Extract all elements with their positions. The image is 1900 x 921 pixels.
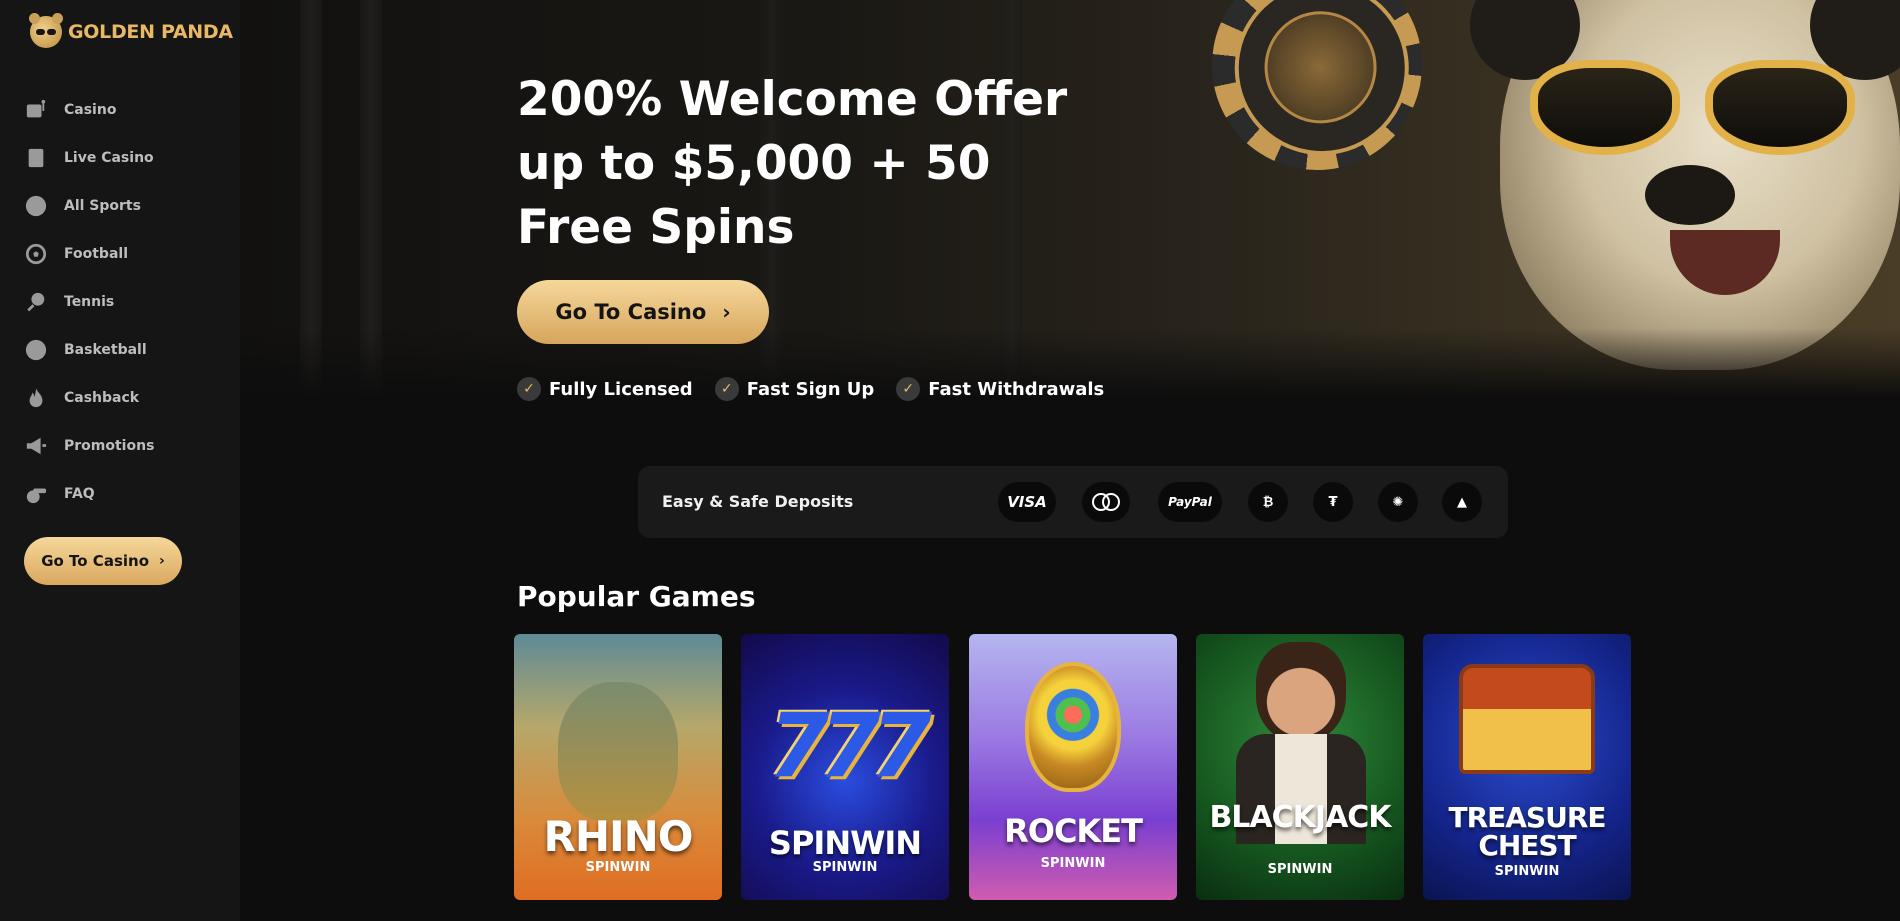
hero-cta-label: Go To Casino <box>555 300 707 324</box>
game-card-rocket[interactable]: ROCKET SPINWIN <box>969 634 1177 900</box>
feature-label: Fast Sign Up <box>746 378 875 400</box>
sidebar-item-label: Basketball <box>64 342 147 358</box>
game-title: TREASURE CHEST <box>1448 801 1606 862</box>
football-icon <box>24 242 48 266</box>
deposits-panel: Easy & Safe Deposits VISA PayPal ₿ ₮ ✺ ▲ <box>638 466 1508 538</box>
bitcoin-icon: ₿ <box>1248 482 1288 522</box>
sidebar: GOLDEN PANDA Casino Live Casino All Spor… <box>0 0 240 921</box>
tether-icon: ₮ <box>1313 482 1353 522</box>
brand-logo[interactable]: GOLDEN PANDA <box>29 13 233 48</box>
game-title: RHINO <box>543 812 694 861</box>
game-card-treasure-chest[interactable]: TREASURE CHEST SPINWIN <box>1423 634 1631 900</box>
feature-item: ✓ Fast Sign Up <box>714 377 875 401</box>
game-card-rhino[interactable]: RHINO SPINWIN <box>514 634 722 900</box>
feature-list: ✓ Fully Licensed ✓ Fast Sign Up ✓ Fast W… <box>517 377 1104 401</box>
feature-item: ✓ Fully Licensed <box>517 377 693 401</box>
sidebar-item-label: Promotions <box>64 438 155 454</box>
game-provider: SPINWIN <box>1494 864 1560 879</box>
sidebar-item-label: FAQ <box>64 486 95 502</box>
brand-name: GOLDEN PANDA <box>68 21 233 43</box>
popular-games-title: Popular Games <box>517 580 756 613</box>
feature-label: Fast Withdrawals <box>928 378 1105 400</box>
sidebar-item-label: Live Casino <box>64 150 154 166</box>
panda-mascot-illustration <box>1470 0 1900 370</box>
flame-icon <box>24 386 48 410</box>
chevron-right-icon: › <box>159 553 165 569</box>
sidebar-item-label: All Sports <box>64 198 141 214</box>
feature-item: ✓ Fast Withdrawals <box>896 377 1104 401</box>
sidebar-item-all-sports[interactable]: All Sports <box>24 182 224 230</box>
sidebar-item-label: Football <box>64 246 128 262</box>
sidebar-nav: Casino Live Casino All Sports Football T… <box>24 86 224 518</box>
bamboo-decoration <box>300 0 322 398</box>
playing-card-icon <box>24 146 48 170</box>
game-provider: SPINWIN <box>585 860 651 875</box>
sidebar-item-label: Casino <box>64 102 117 118</box>
sidebar-item-basketball[interactable]: Basketball <box>24 326 224 374</box>
game-provider: SPINWIN <box>1040 856 1106 871</box>
cardano-icon: ✺ <box>1378 482 1418 522</box>
avalanche-icon: ▲ <box>1442 482 1482 522</box>
sidebar-item-promotions[interactable]: Promotions <box>24 422 224 470</box>
megaphone-icon <box>24 434 48 458</box>
check-icon: ✓ <box>714 377 739 401</box>
sidebar-item-live-casino[interactable]: Live Casino <box>24 134 224 182</box>
game-title: ROCKET <box>1004 812 1143 850</box>
slot-machine-icon <box>24 98 48 122</box>
panda-logo-icon <box>29 13 63 48</box>
chevron-right-icon: › <box>722 300 731 324</box>
deposits-label: Easy & Safe Deposits <box>662 492 854 511</box>
star-badge-icon <box>24 194 48 218</box>
bamboo-decoration <box>360 0 382 398</box>
sidebar-item-label: Cashback <box>64 390 140 406</box>
game-title: BLACKJACK <box>1209 800 1391 835</box>
game-card-spinwin[interactable]: 777 SPINWIN SPINWIN <box>741 634 949 900</box>
game-card-blackjack[interactable]: BLACKJACK SPINWIN <box>1196 634 1404 900</box>
visa-icon: VISA <box>998 482 1056 522</box>
sidebar-item-football[interactable]: Football <box>24 230 224 278</box>
basketball-icon <box>24 338 48 362</box>
tennis-racket-icon <box>24 290 48 314</box>
hero-title: 200% Welcome Offer up to $5,000 + 50 Fre… <box>517 72 1068 255</box>
game-provider: SPINWIN <box>812 860 878 875</box>
sidebar-item-cashback[interactable]: Cashback <box>24 374 224 422</box>
check-icon: ✓ <box>896 377 921 401</box>
sidebar-cta-label: Go To Casino <box>41 552 149 570</box>
game-provider: SPINWIN <box>1267 862 1333 877</box>
sidebar-item-label: Tennis <box>64 294 115 310</box>
sidebar-go-to-casino-button[interactable]: Go To Casino › <box>24 537 182 585</box>
sidebar-item-faq[interactable]: FAQ <box>24 470 224 518</box>
check-icon: ✓ <box>517 377 541 401</box>
hero-go-to-casino-button[interactable]: Go To Casino › <box>517 280 769 344</box>
casino-chip-illustration <box>1192 0 1442 190</box>
game-title: SPINWIN <box>768 824 922 862</box>
sidebar-item-tennis[interactable]: Tennis <box>24 278 224 326</box>
mastercard-icon <box>1082 482 1130 522</box>
feature-label: Fully Licensed <box>549 378 693 400</box>
game-thumbnail <box>1196 634 1404 900</box>
paypal-icon: PayPal <box>1158 482 1222 522</box>
whistle-icon <box>24 482 48 506</box>
sidebar-item-casino[interactable]: Casino <box>24 86 224 134</box>
